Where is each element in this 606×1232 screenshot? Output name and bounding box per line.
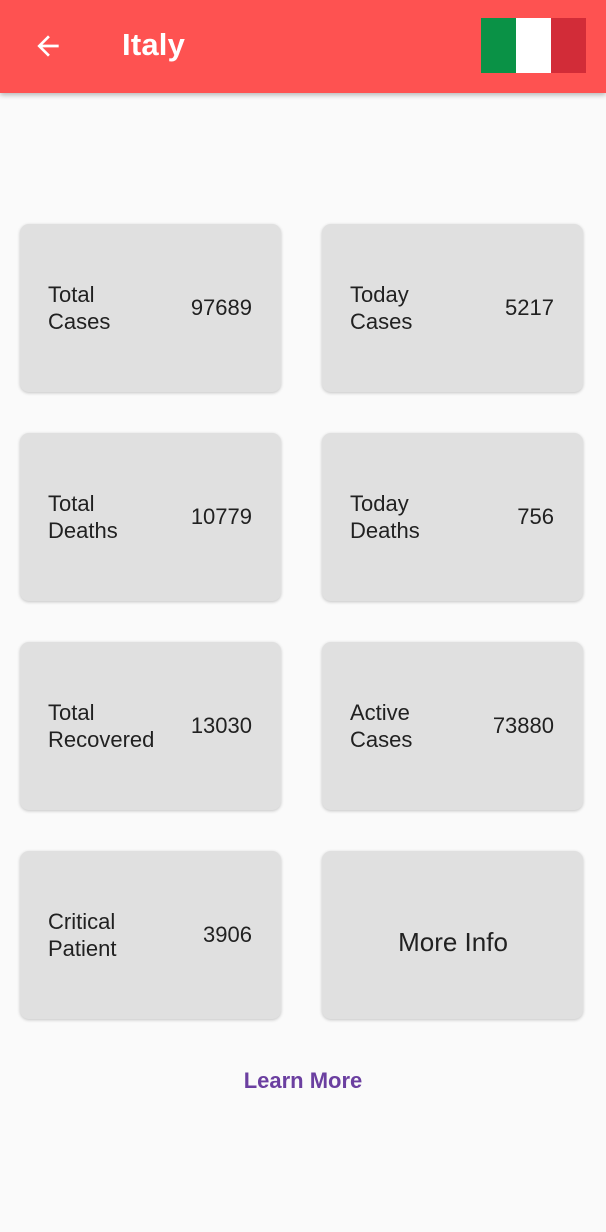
more-info-button[interactable]: More Info [322,851,583,1019]
stat-label: Total Deaths [48,491,118,543]
stat-card-active-cases: Active Cases 73880 [322,642,583,810]
stat-card-critical-patient: Critical Patient 3906 [20,851,281,1019]
stat-value: 13030 [190,713,252,738]
stat-value: 97689 [190,295,252,320]
stats-grid: Total Cases 97689 Today Cases 5217 Total… [20,224,583,1019]
stat-value: 5217 [505,295,554,320]
stat-label: Total Recovered [48,700,155,752]
stat-card-today-cases: Today Cases 5217 [322,224,583,392]
flag-stripe-green [481,18,516,73]
stat-card-total-cases: Total Cases 97689 [20,224,281,392]
stat-label: Total Cases [48,282,111,334]
flag-stripe-red [551,18,586,73]
stat-card-today-deaths: Today Deaths 756 [322,433,583,601]
more-info-label: More Info [398,927,508,957]
learn-more-link[interactable]: Learn More [0,1068,606,1094]
stat-label: Today Deaths [350,491,420,543]
stat-value: 3906 [203,922,252,947]
stat-card-total-deaths: Total Deaths 10779 [20,433,281,601]
stat-value: 10779 [190,504,252,529]
flag-stripe-white [516,18,551,73]
arrow-left-icon [37,35,59,57]
stat-value: 756 [517,504,554,529]
page-title: Italy [122,27,186,62]
back-button[interactable] [28,28,68,64]
stat-label: Active Cases [350,700,413,752]
stat-value: 73880 [492,713,554,738]
stat-card-total-recovered: Total Recovered 13030 [20,642,281,810]
italy-flag [481,18,586,73]
stat-label: Today Cases [350,282,413,334]
app-bar: Italy [0,0,606,93]
stat-label: Critical Patient [48,909,117,961]
